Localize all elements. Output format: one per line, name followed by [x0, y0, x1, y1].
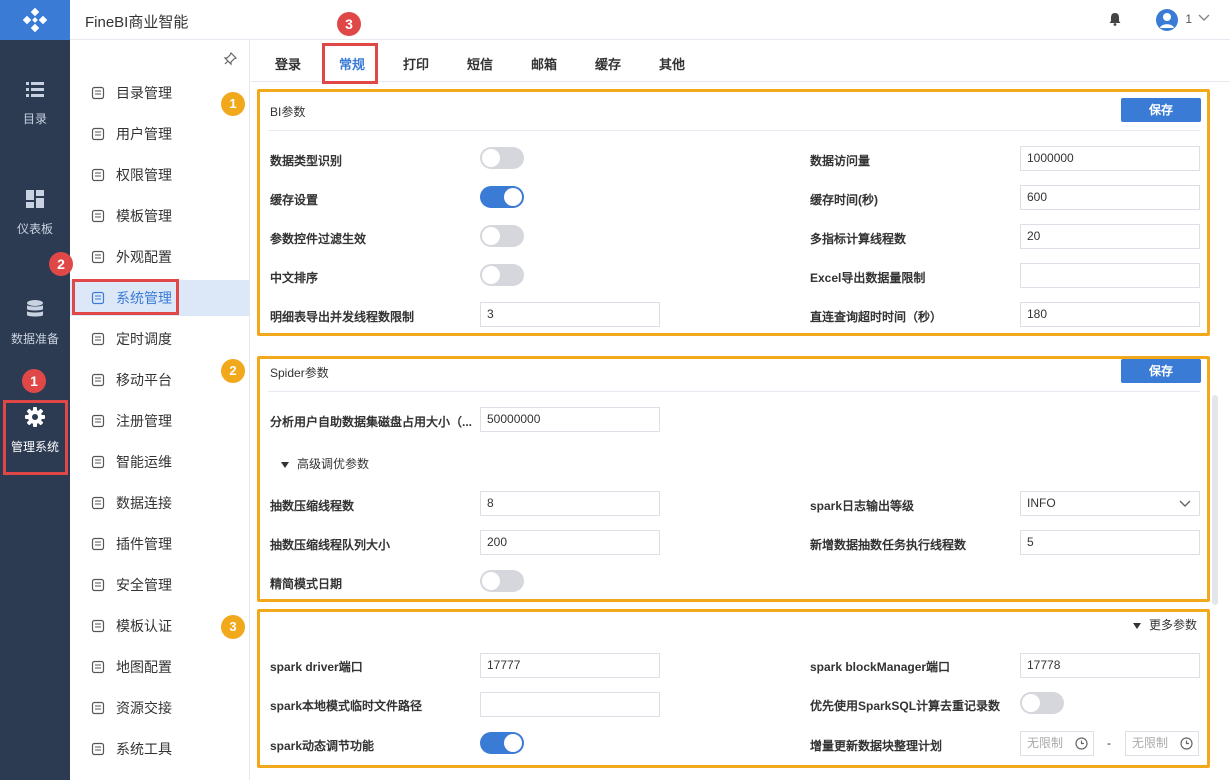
- sidebar-item-label: 注册管理: [116, 413, 172, 429]
- tab-cache[interactable]: 缓存: [595, 54, 621, 73]
- sidebar-item-security[interactable]: 安全管理: [70, 567, 249, 603]
- brand-title: FineBI商业智能: [85, 14, 189, 31]
- sidebar-item-label: 目录管理: [116, 85, 172, 101]
- link-icon: [91, 496, 105, 510]
- annotation-badge-2: 2: [221, 359, 245, 383]
- tab-sms[interactable]: 短信: [467, 54, 493, 73]
- rail-label-catalog: 目录: [22, 112, 47, 126]
- annotation-badge-1: 1: [221, 92, 245, 116]
- sidebar-item-map-config[interactable]: 地图配置: [70, 649, 249, 685]
- logo-icon: [22, 7, 48, 33]
- sidebar-item-label: 智能运维: [116, 454, 172, 470]
- sidebar-item-users[interactable]: 用户管理: [70, 116, 249, 152]
- sidebar-item-label: 安全管理: [116, 577, 172, 593]
- annotation-box-system-menu: [72, 279, 179, 315]
- user-name[interactable]: 1: [1185, 12, 1192, 26]
- annotation-badge-red-3: 3: [337, 12, 361, 36]
- sidebar-item-label: 权限管理: [116, 167, 172, 183]
- settings-tabs: 登录 常规 打印 短信 邮箱 缓存 其他: [251, 40, 1230, 82]
- annotation-box-admin-rail: [3, 400, 68, 475]
- sidebar-item-schedule[interactable]: 定时调度: [70, 321, 249, 357]
- sidebar-item-label: 模板管理: [116, 208, 172, 224]
- sidebar-item-label: 资源交接: [116, 700, 172, 716]
- sidebar-item-system-tools[interactable]: 系统工具: [70, 731, 249, 767]
- rail-label-data-prep: 数据准备: [10, 332, 59, 346]
- avatar[interactable]: [1156, 9, 1178, 31]
- rail-label-dashboard: 仪表板: [16, 222, 53, 236]
- annotation-box-bi-params: [257, 89, 1210, 336]
- bell-icon[interactable]: [1108, 12, 1122, 26]
- database-icon: [27, 300, 43, 317]
- shield-icon: [91, 578, 105, 592]
- sidebar-item-appearance[interactable]: 外观配置: [70, 239, 249, 275]
- doc-icon: [91, 86, 105, 100]
- dashboard-icon: [26, 190, 44, 208]
- tools-icon: [91, 742, 105, 756]
- tab-other[interactable]: 其他: [659, 54, 685, 73]
- annotation-badge-red-2: 2: [49, 252, 73, 276]
- sidebar-item-data-connections[interactable]: 数据连接: [70, 485, 249, 521]
- pin-icon[interactable]: [223, 52, 237, 66]
- sidebar-item-label: 系统工具: [116, 741, 172, 757]
- sidebar-item-templates[interactable]: 模板管理: [70, 198, 249, 234]
- certificate-icon: [91, 619, 105, 633]
- tab-print[interactable]: 打印: [403, 54, 429, 73]
- top-header: FineBI商业智能 1: [70, 0, 1230, 40]
- sidebar-item-label: 地图配置: [116, 659, 172, 675]
- tab-login[interactable]: 登录: [275, 54, 301, 73]
- annotation-box-general-tab: [322, 43, 378, 84]
- sidebar-item-label: 移动平台: [116, 372, 172, 388]
- sidebar-item-label: 模板认证: [116, 618, 172, 634]
- annotation-badge-3: 3: [221, 615, 245, 639]
- lock-icon: [91, 168, 105, 182]
- annotation-box-spider-params: [257, 356, 1210, 602]
- brush-icon: [91, 250, 105, 264]
- register-icon: [91, 414, 105, 428]
- sidebar-item-registration[interactable]: 注册管理: [70, 403, 249, 439]
- app-logo[interactable]: [0, 0, 70, 40]
- sidebar-item-label: 用户管理: [116, 126, 172, 142]
- user-icon: [1160, 13, 1174, 28]
- sidebar-item-permissions[interactable]: 权限管理: [70, 157, 249, 193]
- content-scrollbar[interactable]: [1212, 395, 1218, 605]
- sidebar-item-resource-handover[interactable]: 资源交接: [70, 690, 249, 726]
- rail-item-dashboard[interactable]: 仪表板: [0, 188, 70, 237]
- list-icon: [26, 82, 44, 97]
- sidebar-item-label: 数据连接: [116, 495, 172, 511]
- timer-icon: [91, 332, 105, 346]
- mobile-icon: [91, 373, 105, 387]
- annotation-box-more-params: [257, 609, 1210, 768]
- sidebar-item-label: 插件管理: [116, 536, 172, 552]
- rail-item-data-prep[interactable]: 数据准备: [0, 298, 70, 347]
- tab-email[interactable]: 邮箱: [531, 54, 557, 73]
- sidebar-item-label: 外观配置: [116, 249, 172, 265]
- chevron-down-icon[interactable]: [1198, 14, 1210, 22]
- rail-item-catalog[interactable]: 目录: [0, 78, 70, 127]
- annotation-badge-red-1: 1: [22, 369, 46, 393]
- handover-icon: [91, 701, 105, 715]
- map-icon: [91, 660, 105, 674]
- sidebar-item-plugins[interactable]: 插件管理: [70, 526, 249, 562]
- sidebar-item-ops[interactable]: 智能运维: [70, 444, 249, 480]
- user-icon: [91, 127, 105, 141]
- network-icon: [91, 455, 105, 469]
- template-icon: [91, 209, 105, 223]
- sidebar-item-label: 定时调度: [116, 331, 172, 347]
- puzzle-icon: [91, 537, 105, 551]
